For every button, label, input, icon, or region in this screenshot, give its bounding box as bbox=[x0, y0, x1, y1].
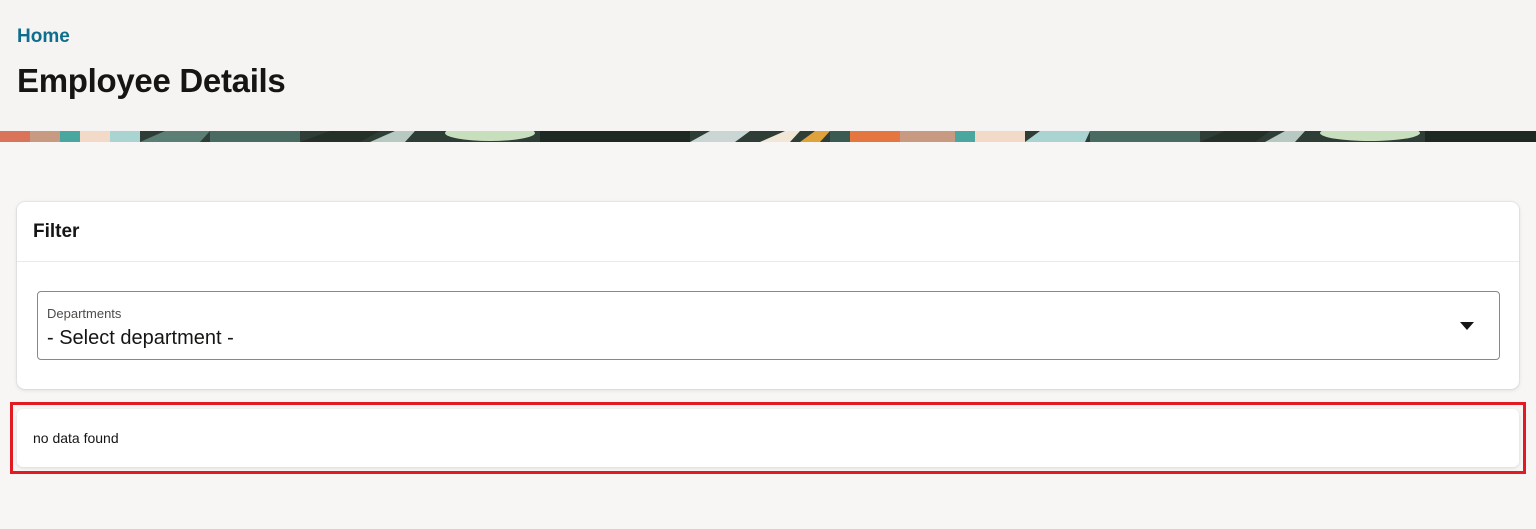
page-title: Employee Details bbox=[17, 62, 286, 99]
caret-down-icon bbox=[1460, 322, 1474, 330]
filter-title: Filter bbox=[33, 221, 80, 242]
departments-value: - Select department - bbox=[47, 327, 234, 349]
no-data-message: no data found bbox=[33, 430, 119, 446]
page-header: Home Employee Details bbox=[0, 0, 1536, 131]
breadcrumb-home[interactable]: Home bbox=[17, 26, 70, 48]
departments-select[interactable]: Departments - Select department - bbox=[37, 291, 1500, 360]
departments-label: Departments bbox=[47, 306, 122, 321]
decorative-banner bbox=[0, 131, 1536, 142]
results-region: no data found bbox=[17, 409, 1519, 467]
filter-panel: Filter Departments - Select department - bbox=[17, 202, 1519, 389]
filter-divider bbox=[17, 261, 1519, 262]
